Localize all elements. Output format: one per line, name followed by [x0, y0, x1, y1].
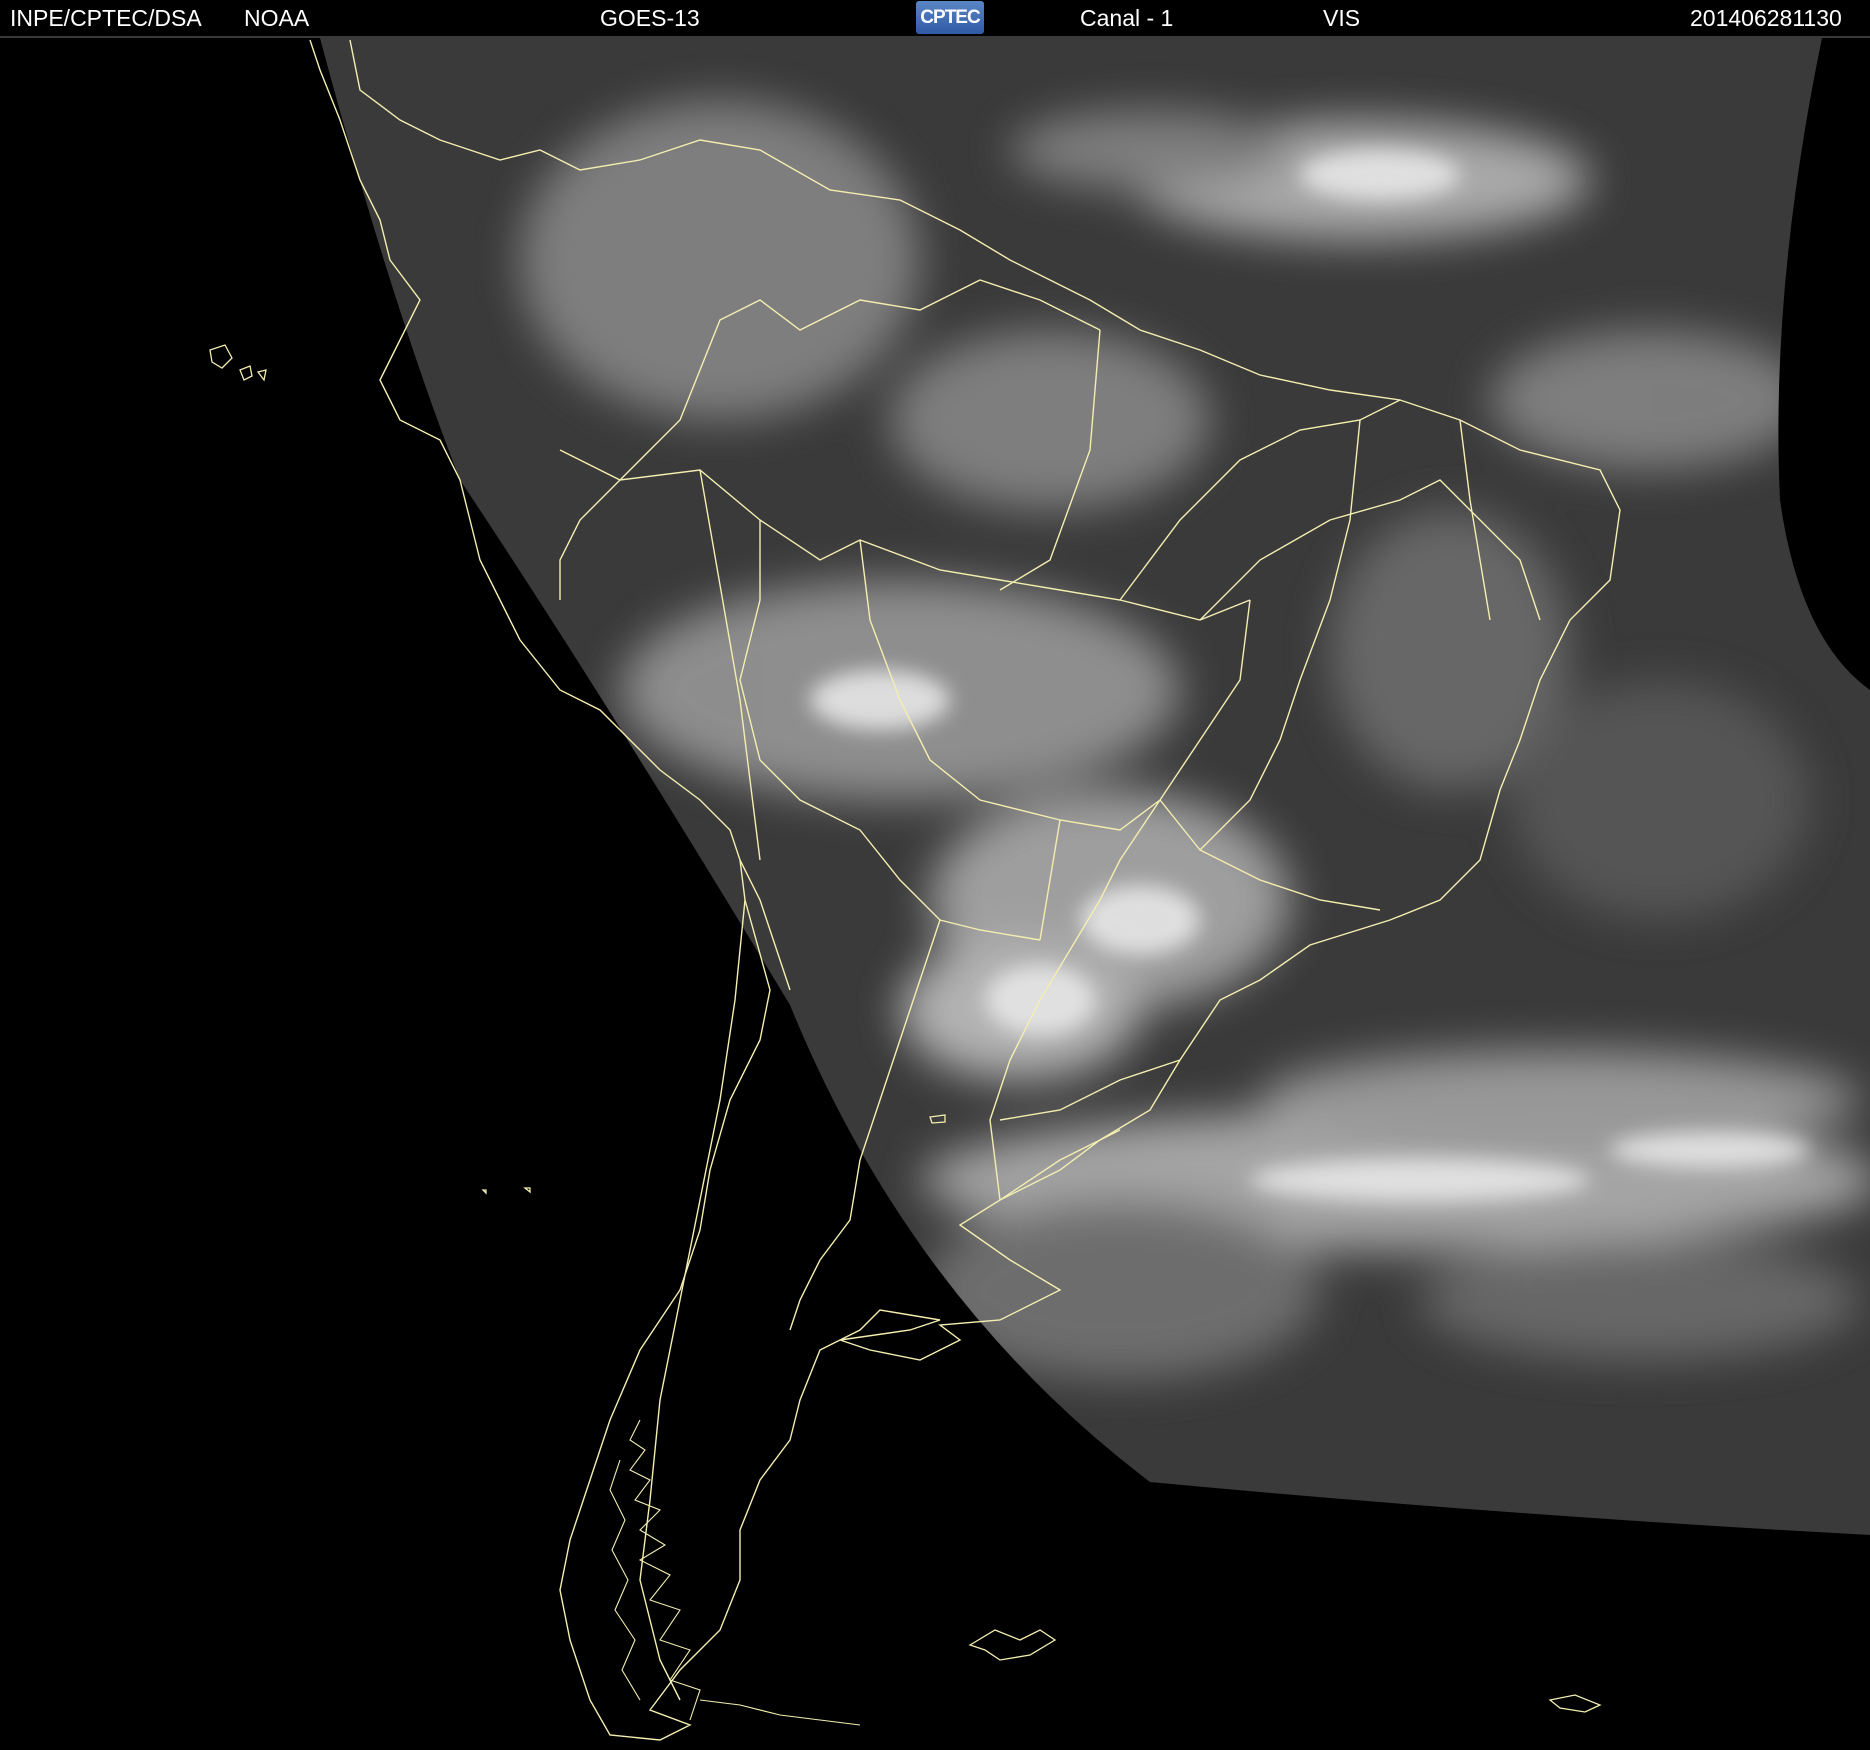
satellite-label: GOES-13 [600, 5, 700, 31]
band-label: VIS [1323, 5, 1361, 31]
cptec-logo: CPTEC [916, 1, 984, 34]
timestamp-label: 201406281130 [1690, 5, 1842, 31]
image-header: INPE/CPTEC/DSA NOAA GOES-13 CPTEC Canal … [0, 0, 1870, 38]
satellite-image [0, 38, 1870, 1750]
agency-label: NOAA [244, 5, 310, 31]
channel-label: Canal - 1 [1080, 5, 1174, 31]
org-label: INPE/CPTEC/DSA [10, 5, 202, 31]
